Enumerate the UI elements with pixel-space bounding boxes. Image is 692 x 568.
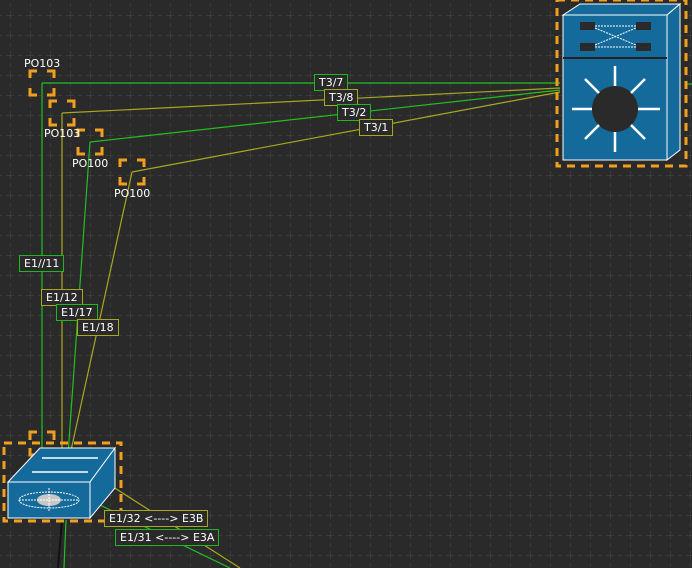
core-switch-device[interactable]: [555, 0, 688, 168]
port-channel-label: PO100: [72, 157, 109, 170]
link-label[interactable]: E1/18: [77, 319, 119, 336]
port-channel-label: PO100: [114, 187, 151, 200]
port-channel-label: PO103: [44, 127, 81, 140]
link-label[interactable]: E1/31 <----> E3A: [115, 529, 220, 546]
port-channel-label: PO103: [24, 57, 61, 70]
link-label[interactable]: E1//11: [19, 255, 65, 272]
link-label[interactable]: E1/32 <----> E3B: [104, 510, 209, 527]
link-label[interactable]: T3/1: [359, 119, 394, 136]
